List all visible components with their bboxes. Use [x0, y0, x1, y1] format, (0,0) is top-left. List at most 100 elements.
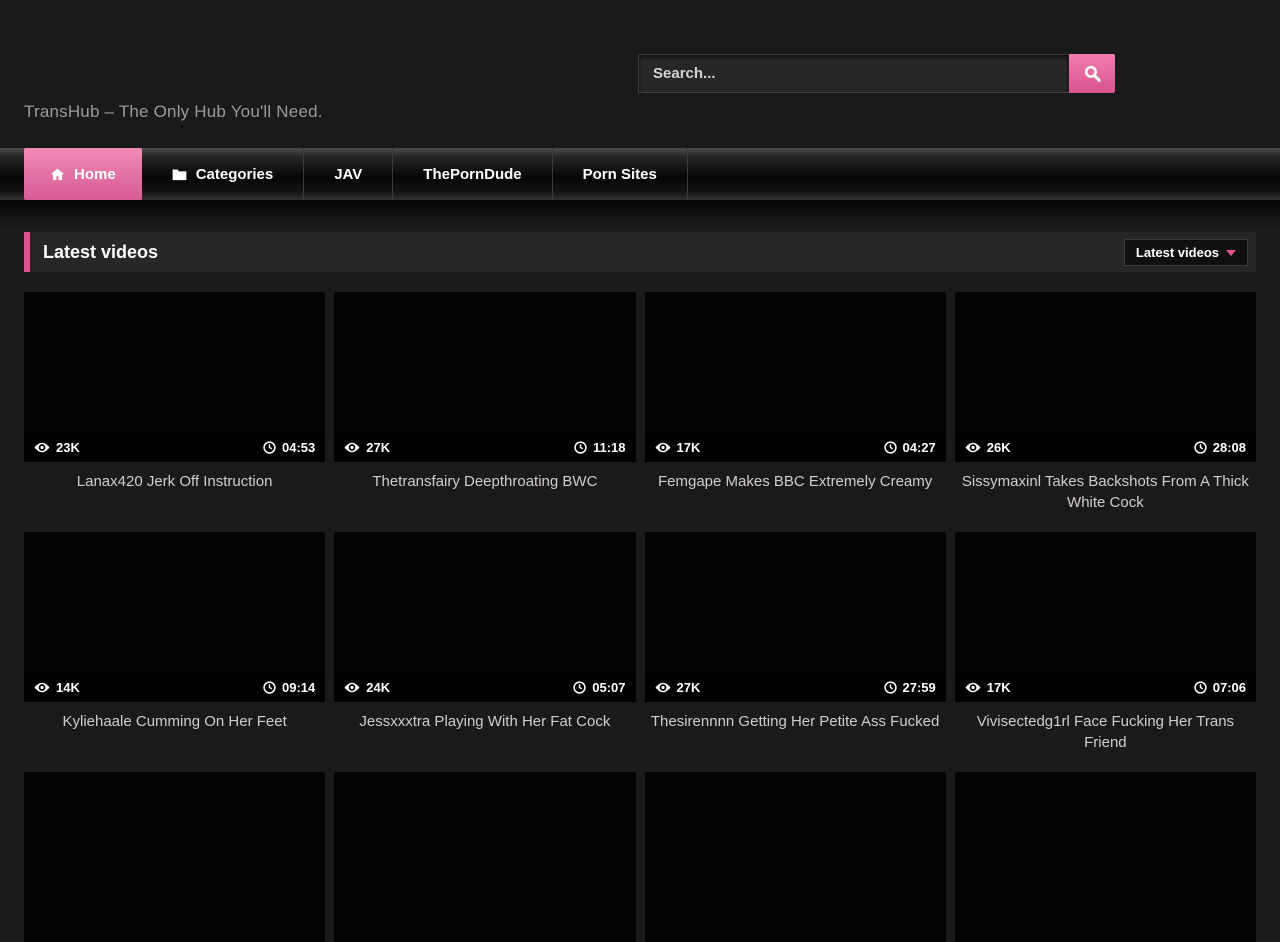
eye-icon: [34, 682, 50, 693]
video-meta-bar: 27K 27:59: [645, 673, 946, 702]
video-thumbnail[interactable]: 17K 07:06: [955, 532, 1256, 702]
eye-icon: [655, 442, 671, 453]
video-card-partial: [645, 772, 946, 942]
duration-group: 09:14: [263, 680, 315, 695]
views-group: 17K: [965, 680, 1011, 695]
video-meta-bar: 17K 04:27: [645, 433, 946, 462]
nav-item-label: Porn Sites: [583, 166, 657, 183]
duration-group: 05:07: [573, 680, 625, 695]
duration: 11:18: [593, 440, 626, 455]
duration: 04:53: [282, 440, 315, 455]
eye-icon: [965, 442, 981, 453]
video-title[interactable]: Jessxxxtra Playing With Her Fat Cock: [338, 711, 631, 772]
eye-icon: [344, 442, 360, 453]
search-input[interactable]: [638, 54, 1069, 93]
sort-dropdown-label: Latest videos: [1136, 245, 1219, 260]
video-meta-bar: 14K 09:14: [24, 673, 325, 702]
nav-item-theporndude[interactable]: ThePornDude: [393, 148, 552, 200]
video-meta-bar: 24K 05:07: [334, 673, 635, 702]
view-count: 24K: [366, 680, 390, 695]
video-card-partial: [24, 772, 325, 942]
clock-icon: [884, 681, 897, 694]
clock-icon: [573, 681, 586, 694]
video-title[interactable]: Kyliehaale Cumming On Her Feet: [28, 711, 321, 772]
nav-item-label: Categories: [196, 166, 274, 183]
video-thumbnail[interactable]: [24, 772, 325, 942]
video-card: 17K 04:27 Femgape Makes BBC Extremely Cr…: [645, 292, 946, 532]
duration-group: 11:18: [574, 440, 626, 455]
eye-icon: [965, 682, 981, 693]
video-title[interactable]: Thesirennnn Getting Her Petite Ass Fucke…: [649, 711, 942, 772]
search-bar: [638, 54, 1115, 93]
nav-item-home[interactable]: Home: [24, 148, 142, 200]
nav-item-porn-sites[interactable]: Porn Sites: [553, 148, 688, 200]
video-card-partial: [955, 772, 1256, 942]
nav-item-categories[interactable]: Categories: [142, 148, 305, 200]
section-header: Latest videos Latest videos: [24, 232, 1256, 272]
duration-group: 04:27: [884, 440, 936, 455]
site-header: TransHub – The Only Hub You'll Need.: [0, 0, 1280, 148]
video-grid: 23K 04:53 Lanax420 Jerk Off Instruction: [24, 292, 1256, 942]
video-thumbnail[interactable]: 27K 11:18: [334, 292, 635, 462]
video-thumbnail[interactable]: 17K 04:27: [645, 292, 946, 462]
video-thumbnail[interactable]: 24K 05:07: [334, 532, 635, 702]
view-count: 27K: [677, 680, 701, 695]
clock-icon: [884, 441, 897, 454]
chevron-down-icon: [1226, 250, 1236, 256]
duration: 27:59: [903, 680, 936, 695]
view-count: 17K: [677, 440, 701, 455]
video-title[interactable]: Vivisectedg1rl Face Fucking Her Trans Fr…: [959, 711, 1252, 772]
duration-group: 07:06: [1194, 680, 1246, 695]
video-card: 27K 11:18 Thetransfairy Deepthroating BW…: [334, 292, 635, 532]
video-thumbnail[interactable]: 27K 27:59: [645, 532, 946, 702]
nav-shadow-strip: [0, 200, 1280, 232]
views-group: 27K: [655, 680, 701, 695]
video-card: 14K 09:14 Kyliehaale Cumming On Her Feet: [24, 532, 325, 772]
magnifier-icon: [1083, 64, 1102, 83]
sort-dropdown[interactable]: Latest videos: [1124, 239, 1248, 266]
eye-icon: [34, 442, 50, 453]
main-nav: Home Categories JAV ThePornDude Porn Sit…: [0, 148, 1280, 200]
view-count: 23K: [56, 440, 80, 455]
clock-icon: [263, 441, 276, 454]
video-thumbnail[interactable]: 26K 28:08: [955, 292, 1256, 462]
nav-item-jav[interactable]: JAV: [304, 148, 393, 200]
duration: 07:06: [1213, 680, 1246, 695]
views-group: 17K: [655, 440, 701, 455]
video-title[interactable]: Femgape Makes BBC Extremely Creamy: [649, 471, 942, 532]
video-card: 27K 27:59 Thesirennnn Getting Her Petite…: [645, 532, 946, 772]
video-thumbnail[interactable]: [955, 772, 1256, 942]
nav-item-label: Home: [74, 166, 116, 183]
eye-icon: [344, 682, 360, 693]
views-group: 24K: [344, 680, 390, 695]
video-meta-bar: 26K 28:08: [955, 433, 1256, 462]
search-button[interactable]: [1069, 54, 1115, 93]
video-card: 26K 28:08 Sissymaxinl Takes Backshots Fr…: [955, 292, 1256, 532]
site-tagline: TransHub – The Only Hub You'll Need.: [24, 102, 323, 122]
duration: 04:27: [903, 440, 936, 455]
clock-icon: [1194, 681, 1207, 694]
video-card-partial: [334, 772, 635, 942]
video-card: 17K 07:06 Vivisectedg1rl Face Fucking He…: [955, 532, 1256, 772]
clock-icon: [1194, 441, 1207, 454]
clock-icon: [263, 681, 276, 694]
duration-group: 28:08: [1194, 440, 1246, 455]
view-count: 14K: [56, 680, 80, 695]
view-count: 27K: [366, 440, 390, 455]
views-group: 14K: [34, 680, 80, 695]
video-thumbnail[interactable]: 23K 04:53: [24, 292, 325, 462]
home-icon: [50, 167, 65, 182]
video-thumbnail[interactable]: [645, 772, 946, 942]
eye-icon: [655, 682, 671, 693]
video-title[interactable]: Sissymaxinl Takes Backshots From A Thick…: [959, 471, 1252, 532]
video-thumbnail[interactable]: 14K 09:14: [24, 532, 325, 702]
video-card: 23K 04:53 Lanax420 Jerk Off Instruction: [24, 292, 325, 532]
video-thumbnail[interactable]: [334, 772, 635, 942]
video-title[interactable]: Thetransfairy Deepthroating BWC: [338, 471, 631, 532]
views-group: 27K: [344, 440, 390, 455]
views-group: 23K: [34, 440, 80, 455]
video-title[interactable]: Lanax420 Jerk Off Instruction: [28, 471, 321, 532]
video-meta-bar: 23K 04:53: [24, 433, 325, 462]
views-group: 26K: [965, 440, 1011, 455]
section-title: Latest videos: [30, 242, 158, 263]
